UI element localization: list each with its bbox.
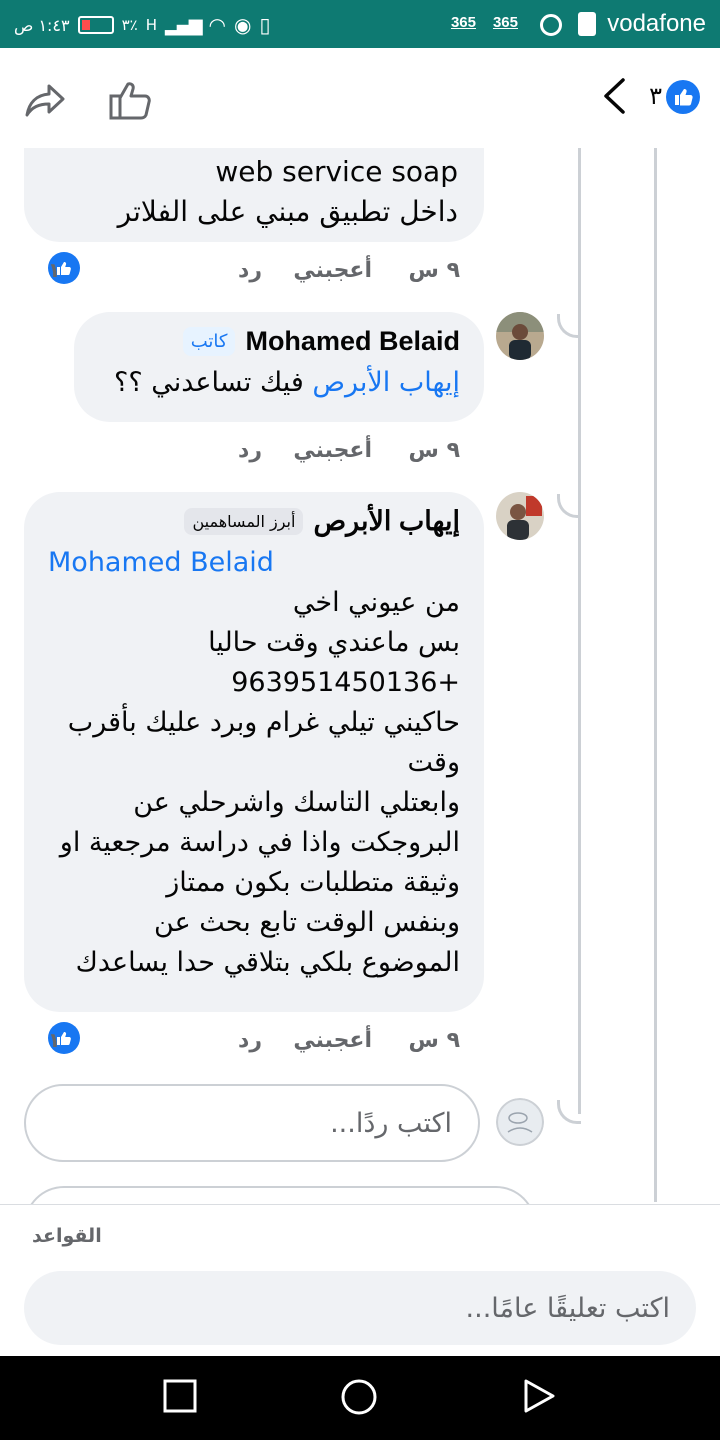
phone-number: 963951450136+ bbox=[231, 667, 460, 698]
comment-author[interactable]: Mohamed Belaid bbox=[245, 326, 460, 357]
carrier-name: vodafone bbox=[607, 10, 706, 37]
like-button[interactable] bbox=[104, 76, 156, 124]
comment-bubble: web service soap داخل تطبيق مبني على الف… bbox=[24, 148, 484, 242]
comment-line: بس ماعندي وقت حاليا bbox=[208, 627, 460, 658]
share-button[interactable] bbox=[20, 76, 70, 124]
comment-time: ٩ س bbox=[408, 438, 460, 463]
signal-icon: ▂▄▆ bbox=[165, 14, 203, 36]
network-type: H bbox=[145, 16, 158, 34]
reply-thread-line bbox=[578, 148, 581, 1114]
thread-connector bbox=[557, 314, 581, 338]
comment-actions: ٩ س أعجبني رد ١ bbox=[24, 252, 484, 292]
avatar[interactable] bbox=[496, 492, 544, 540]
post-header: ٣ bbox=[0, 48, 720, 148]
comment-line: web service soap bbox=[215, 155, 458, 188]
android-nav-bar bbox=[0, 1356, 720, 1440]
comment-author[interactable]: إيهاب الأبرص bbox=[313, 506, 460, 537]
battery-icon bbox=[77, 16, 114, 34]
comment-bubble: إيهاب الأبرص أبرز المساهمين Mohamed Bela… bbox=[24, 492, 484, 1012]
top-contributor-badge: أبرز المساهمين bbox=[184, 508, 304, 535]
comment-line: من عيوني اخي bbox=[292, 587, 460, 618]
comment-line: حاكيني تيلي غرام وبرد عليك بأقرب bbox=[67, 707, 460, 738]
battery-percent: ٣٪ bbox=[121, 16, 138, 34]
public-comment-input[interactable]: اكتب تعليقًا عامًا... bbox=[24, 1271, 696, 1345]
author-badge: كاتب bbox=[182, 327, 236, 356]
back-button[interactable] bbox=[594, 76, 634, 116]
clock: ١:٤٣ ص bbox=[14, 15, 70, 35]
public-comment-placeholder: اكتب تعليقًا عامًا... bbox=[465, 1292, 670, 1324]
like-comment-button[interactable]: أعجبني bbox=[293, 1028, 372, 1053]
current-user-avatar bbox=[496, 1098, 544, 1146]
reply-placeholder: اكتب ردًا... bbox=[330, 1107, 452, 1139]
comment-reactions[interactable]: ١ bbox=[48, 1022, 80, 1054]
home-button[interactable] bbox=[340, 1378, 380, 1418]
square-icon bbox=[163, 1379, 197, 1413]
circle-icon bbox=[341, 1379, 377, 1415]
comment-actions: ٩ س أعجبني رد ١ bbox=[24, 1022, 484, 1062]
comment-time: ٩ س bbox=[408, 1028, 460, 1053]
reaction-count: ١ bbox=[48, 1028, 61, 1052]
like-comment-button[interactable]: أعجبني bbox=[293, 258, 372, 283]
mention-link[interactable]: إيهاب الأبرص bbox=[312, 367, 460, 398]
chevron-left-icon bbox=[604, 78, 625, 114]
like-reaction-icon bbox=[666, 80, 700, 114]
back-nav-button[interactable] bbox=[522, 1378, 562, 1418]
comment-reactions[interactable]: ١ bbox=[48, 252, 80, 284]
recent-apps-button[interactable] bbox=[162, 1378, 202, 1418]
comment-line: وثيقة متطلبات بكون ممتاز bbox=[166, 867, 460, 898]
comment-line: وابعتلي التاسك واشرحلي عن bbox=[133, 787, 460, 818]
comment-composer-area: القواعد اكتب تعليقًا عامًا... bbox=[0, 1204, 720, 1356]
comment-actions: ٩ س أعجبني رد bbox=[24, 432, 484, 472]
mention-link[interactable]: Mohamed Belaid bbox=[48, 547, 274, 578]
reply-input[interactable]: اكتب ردًا... bbox=[24, 1084, 480, 1162]
thread-connector bbox=[557, 1100, 581, 1124]
office-365-icon: 365 bbox=[492, 14, 518, 31]
avatar[interactable] bbox=[496, 312, 544, 360]
rules-link[interactable]: القواعد bbox=[32, 1225, 102, 1247]
comment-line: الموضوع بلكي بتلاقي حدا يساعدك bbox=[75, 947, 460, 978]
comment-line: وقت bbox=[407, 747, 460, 778]
comment-bubble: Mohamed Belaid كاتب إيهاب الأبرص فيك تسا… bbox=[74, 312, 484, 422]
thread-line bbox=[654, 148, 657, 1202]
comment-line: وبنفس الوقت تابع بحث عن bbox=[154, 907, 460, 938]
comment-line: داخل تطبيق مبني على الفلاتر bbox=[117, 195, 458, 228]
office-365-icon-2: 365 bbox=[450, 14, 476, 31]
triangle-back-icon bbox=[524, 1379, 555, 1413]
thread-connector bbox=[557, 494, 581, 518]
eye-comfort-icon: ◉ bbox=[234, 13, 252, 37]
status-bar: vodafone 365 365 ١:٤٣ ص ٣٪ H ▂▄▆ ◠ ◉ ▯ bbox=[0, 0, 720, 48]
reaction-count: ١ bbox=[48, 258, 61, 282]
comment-line: البروجكت واذا في دراسة مرجعية او bbox=[59, 827, 460, 858]
comment-time: ٩ س bbox=[408, 258, 460, 283]
sim-card-icon bbox=[578, 12, 596, 36]
vibrate-icon: ▯ bbox=[259, 13, 271, 37]
reply-button[interactable]: رد bbox=[238, 438, 262, 463]
reply-button[interactable]: رد bbox=[238, 1028, 262, 1053]
like-comment-button[interactable]: أعجبني bbox=[293, 438, 372, 463]
wifi-icon: ◠ bbox=[208, 13, 226, 37]
hotspot-icon bbox=[540, 14, 562, 36]
post-like-count: ٣ bbox=[649, 82, 662, 110]
status-indicators: ١:٤٣ ص ٣٪ H ▂▄▆ ◠ ◉ ▯ bbox=[14, 12, 270, 38]
thumbs-up-icon bbox=[109, 82, 151, 120]
reply-button[interactable]: رد bbox=[238, 258, 262, 283]
share-icon bbox=[25, 84, 65, 117]
comment-text: فيك تساعدني ؟؟ bbox=[113, 367, 313, 398]
